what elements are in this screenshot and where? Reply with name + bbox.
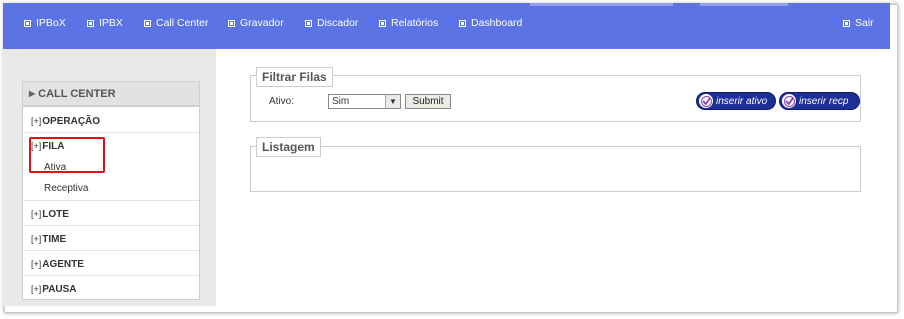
nav-item-label: Relatórios <box>391 17 439 29</box>
checkmark-icon <box>782 94 796 108</box>
nav-item-label: Discador <box>317 17 359 29</box>
sidebar-header-label: CALL CENTER <box>38 87 116 100</box>
listing-fieldset <box>250 146 861 192</box>
divider <box>23 132 199 133</box>
menu-square-icon <box>24 19 31 27</box>
tab-hint <box>530 3 673 6</box>
sidebar-item-label: TIME <box>42 234 67 245</box>
sidebar-item-lote[interactable]: [+]LOTE <box>31 209 69 220</box>
logout-label: Sair <box>855 17 874 29</box>
listing-legend: Listagem <box>256 137 321 157</box>
sidebar-item-time[interactable]: [+]TIME <box>31 234 66 245</box>
expand-toggle: [+] <box>31 116 42 126</box>
sidebar-item-agente[interactable]: [+]AGENTE <box>31 259 84 270</box>
tab-hint <box>700 3 788 6</box>
checkmark-icon <box>699 94 713 108</box>
sidebar-item-operacao[interactable]: [+]OPERAÇÃO <box>31 116 100 127</box>
nav-item-discador[interactable]: Discador <box>305 17 358 29</box>
sidebar-menu: [+]OPERAÇÃO [+]FILA Ativa Receptiva [+]L… <box>22 106 200 300</box>
nav-item-label: Dashboard <box>471 17 523 29</box>
sidebar-item-label: PAUSA <box>42 284 77 295</box>
menu-square-icon <box>379 19 386 27</box>
expand-toggle: [+] <box>31 284 42 294</box>
divider <box>23 250 199 251</box>
chevron-down-icon: ▼ <box>385 95 400 108</box>
insert-recp-label: inserir recp <box>799 95 849 107</box>
menu-square-icon <box>87 19 94 27</box>
nav-item-call-center[interactable]: Call Center <box>144 17 209 29</box>
filter-legend: Filtrar Filas <box>256 67 333 87</box>
menu-square-icon <box>459 19 466 27</box>
top-navigation-bar <box>3 3 890 49</box>
sidebar-item-label: AGENTE <box>42 259 84 270</box>
sidebar-item-pausa[interactable]: [+]PAUSA <box>31 284 77 295</box>
ativo-select[interactable]: Sim ▼ <box>328 94 401 109</box>
expand-toggle: [+] <box>31 259 42 269</box>
ativo-label: Ativo: <box>269 96 295 107</box>
expand-toggle: [+] <box>31 209 42 219</box>
divider <box>23 225 199 226</box>
highlight-box <box>29 137 105 173</box>
menu-square-icon <box>228 19 235 27</box>
insert-active-button[interactable]: inserir ativo <box>696 92 776 110</box>
divider <box>23 275 199 276</box>
nav-item-gravador[interactable]: Gravador <box>228 17 284 29</box>
menu-square-icon <box>305 19 312 27</box>
nav-item-ipbx[interactable]: IPBX <box>87 17 123 29</box>
submit-button[interactable]: Submit <box>405 94 451 109</box>
sidebar-item-label: LOTE <box>42 209 69 220</box>
nav-item-relatorios[interactable]: Relatórios <box>379 17 438 29</box>
logout-link[interactable]: Sair <box>843 17 874 29</box>
sidebar-subitem-receptiva[interactable]: Receptiva <box>44 183 88 194</box>
nav-item-ipbox[interactable]: IPBoX <box>24 17 66 29</box>
menu-square-icon <box>843 19 850 27</box>
sidebar-item-label: OPERAÇÃO <box>42 116 101 127</box>
insert-recp-button[interactable]: inserir recp <box>779 92 860 110</box>
nav-item-label: Call Center <box>156 17 209 29</box>
nav-item-label: IPBX <box>99 17 123 29</box>
nav-item-label: Gravador <box>240 17 284 29</box>
sidebar-header-call-center[interactable]: ▶ CALL CENTER <box>22 81 200 106</box>
nav-item-dashboard[interactable]: Dashboard <box>459 17 522 29</box>
divider <box>23 200 199 201</box>
triangle-right-icon: ▶ <box>29 89 36 98</box>
ativo-select-value: Sim <box>332 96 350 107</box>
menu-square-icon <box>144 19 151 27</box>
insert-active-label: inserir ativo <box>716 95 768 107</box>
nav-item-label: IPBoX <box>36 17 66 29</box>
expand-toggle: [+] <box>31 234 42 244</box>
